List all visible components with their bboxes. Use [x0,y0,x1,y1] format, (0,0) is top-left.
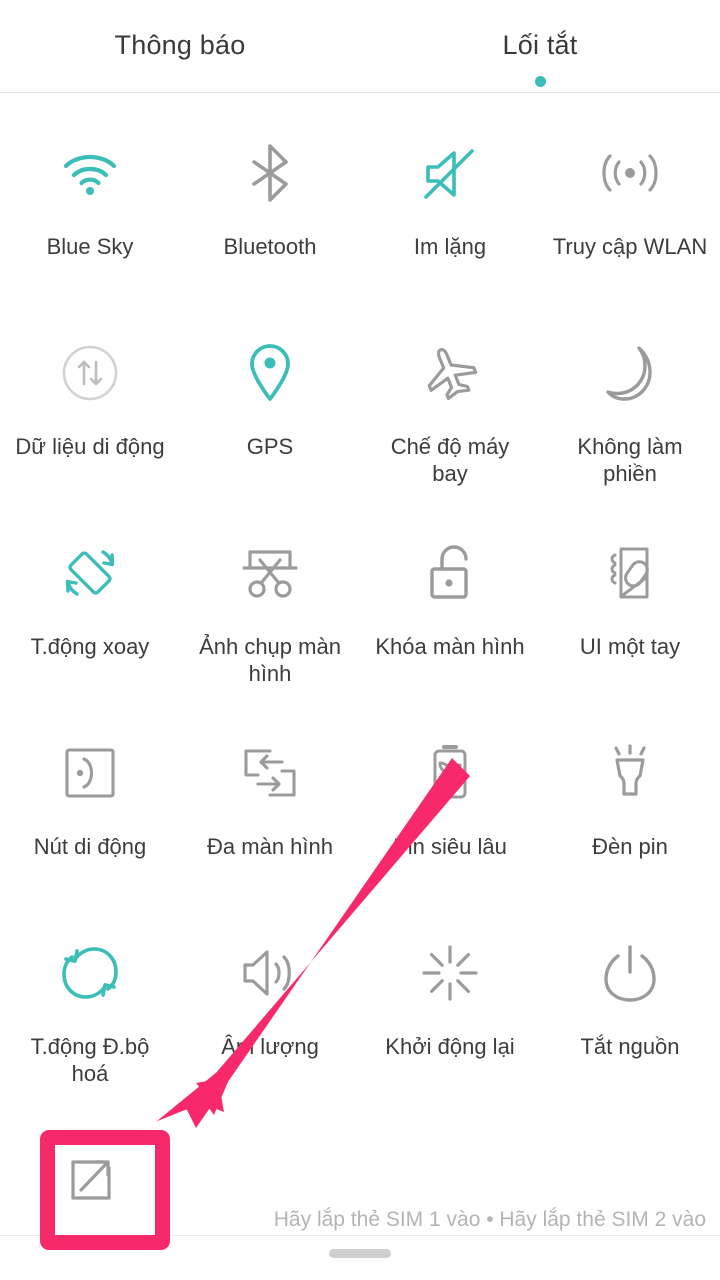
tile-label: Chế độ máy bay [390,434,510,486]
tile-label: Ảnh chụp màn hình [199,634,341,686]
one-handed-ui-icon [598,541,662,605]
tile-screen-lock[interactable]: Khóa màn hình [360,515,540,715]
moon-icon [598,341,662,405]
tile-silent-mode[interactable]: Im lặng [360,115,540,315]
tile-label: Nút di động [33,834,147,859]
hotspot-icon [598,141,662,205]
tile-screenshot[interactable]: Ảnh chụp màn hình [180,515,360,715]
tab-notifications[interactable]: Thông báo [0,0,360,87]
bluetooth-icon [238,141,302,205]
restart-icon [418,941,482,1005]
screenshot-icon [238,541,302,605]
tile-multi-window[interactable]: Đa màn hình [180,715,360,915]
footer-divider [0,1234,720,1236]
tile-volume[interactable]: Âm lượng [180,915,360,1115]
multi-window-icon [238,741,302,805]
tile-flashlight[interactable]: Đèn pin [540,715,720,915]
wifi-icon [58,141,122,205]
power-off-icon [598,941,662,1005]
tab-shortcuts[interactable]: Lối tắt [360,0,720,87]
auto-sync-icon [58,941,122,1005]
tab-bar: Thông báo Lối tắt [0,0,720,93]
sim-status-text: Hãy lắp thẻ SIM 1 vào • Hãy lắp thẻ SIM … [273,1208,706,1231]
tile-label: T.động xoay [30,634,150,659]
tile-label: Bluetooth [223,234,317,259]
mute-icon [418,141,482,205]
tile-restart[interactable]: Khởi động lại [360,915,540,1115]
tile-floating-button[interactable]: Nút di động [0,715,180,915]
tile-do-not-disturb[interactable]: Không làm phiền [540,315,720,515]
tile-label: GPS [246,434,294,459]
floating-button-icon [58,741,122,805]
tile-gps[interactable]: GPS [180,315,360,515]
tile-mobile-data[interactable]: Dữ liệu di động [0,315,180,515]
tile-label: Dữ liệu di động [15,434,165,459]
tile-label: Blue Sky [46,234,134,259]
tile-label: Khởi động lại [385,1034,515,1059]
tile-bluetooth[interactable]: Bluetooth [180,115,360,315]
padlock-icon [418,541,482,605]
tab-shortcuts-active-indicator [534,76,546,87]
airplane-icon [418,341,482,405]
flashlight-icon [598,741,662,805]
tile-label: Không làm phiền [577,434,683,486]
tab-notifications-label: Thông báo [114,30,246,60]
tile-label: T.động Đ.bộ hoá [30,1034,150,1086]
tile-airplane-mode[interactable]: Chế độ máy bay [360,315,540,515]
tile-label: Tắt nguồn [580,1034,680,1059]
quick-settings-grid: Blue Sky Bluetooth Im lặng Truy cập WLAN… [0,93,720,1115]
tile-label: UI một tay [579,634,681,659]
tab-shortcuts-label: Lối tắt [502,30,578,60]
tile-power-off[interactable]: Tắt nguồn [540,915,720,1115]
tile-blue-sky[interactable]: Blue Sky [0,115,180,315]
mobile-data-icon [58,341,122,405]
tile-one-handed-ui[interactable]: UI một tay [540,515,720,715]
tile-label: Âm lượng [221,1034,319,1059]
tile-label: Đèn pin [592,834,668,859]
tile-auto-rotate[interactable]: T.động xoay [0,515,180,715]
tile-label: Truy cập WLAN [552,234,708,259]
battery-saver-icon [418,741,482,805]
tile-label: Pin siêu lâu [393,834,507,859]
edit-pencil-square-icon [63,1152,119,1213]
tile-label: Im lặng [413,234,487,259]
auto-rotate-icon [58,541,122,605]
location-pin-icon [238,341,302,405]
tile-label: Đa màn hình [207,834,333,859]
tile-label: Khóa màn hình [375,634,525,659]
tile-auto-sync[interactable]: T.động Đ.bộ hoá [0,915,180,1115]
volume-icon [238,941,302,1005]
home-indicator [329,1249,391,1258]
edit-shortcuts-button[interactable] [55,1146,127,1218]
tile-battery-saver[interactable]: Pin siêu lâu [360,715,540,915]
tile-wlan-hotspot[interactable]: Truy cập WLAN [540,115,720,315]
